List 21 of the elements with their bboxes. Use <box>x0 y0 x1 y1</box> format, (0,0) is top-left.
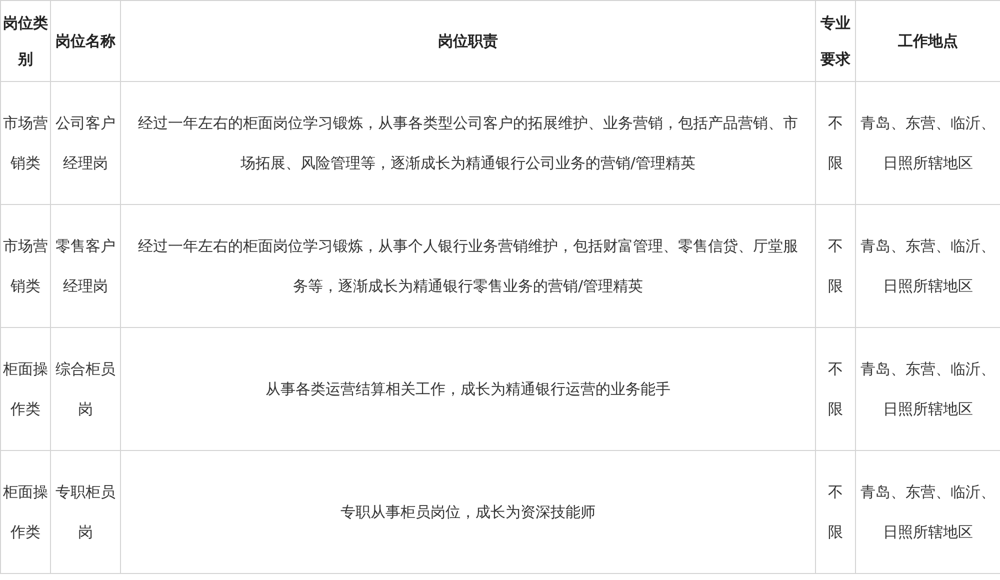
category-cell: 柜面操作类 <box>0 450 50 574</box>
category-cell: 市场营销类 <box>0 82 50 204</box>
duty-cell: 经过一年左右的柜面岗位学习锻炼，从事各类型公司客户的拓展维护、业务营销，包括产品营销、市场拓展、风险管理等，逐渐成长为精通银行公司业务的营销/管理精英 <box>120 82 816 204</box>
position-cell: 公司客户经理岗 <box>50 82 120 204</box>
column-header: 岗位类别 <box>0 0 50 82</box>
position-cell: 零售客户经理岗 <box>50 204 120 328</box>
position-cell: 专职柜员岗 <box>50 450 120 574</box>
duty-cell: 专职从事柜员岗位，成长为资深技能师 <box>120 450 816 574</box>
column-header: 工作地点 <box>856 0 1000 82</box>
category-cell: 柜面操作类 <box>0 328 50 450</box>
column-header: 专业要求 <box>816 0 856 82</box>
position-cell: 综合柜员岗 <box>50 328 120 450</box>
requirement-cell: 不限 <box>816 328 856 450</box>
duty-cell: 从事各类运营结算相关工作，成长为精通银行运营的业务能手 <box>120 328 816 450</box>
column-header: 岗位名称 <box>50 0 120 82</box>
requirement-cell: 不限 <box>816 82 856 204</box>
duty-cell: 经过一年左右的柜面岗位学习锻炼，从事个人银行业务营销维护，包括财富管理、零售信贷、厅堂服务等，逐渐成长为精通银行零售业务的营销/管理精英 <box>120 204 816 328</box>
requirement-cell: 不限 <box>816 450 856 574</box>
column-header: 岗位职责 <box>120 0 816 82</box>
category-cell: 市场营销类 <box>0 204 50 328</box>
requirement-cell: 不限 <box>816 204 856 328</box>
